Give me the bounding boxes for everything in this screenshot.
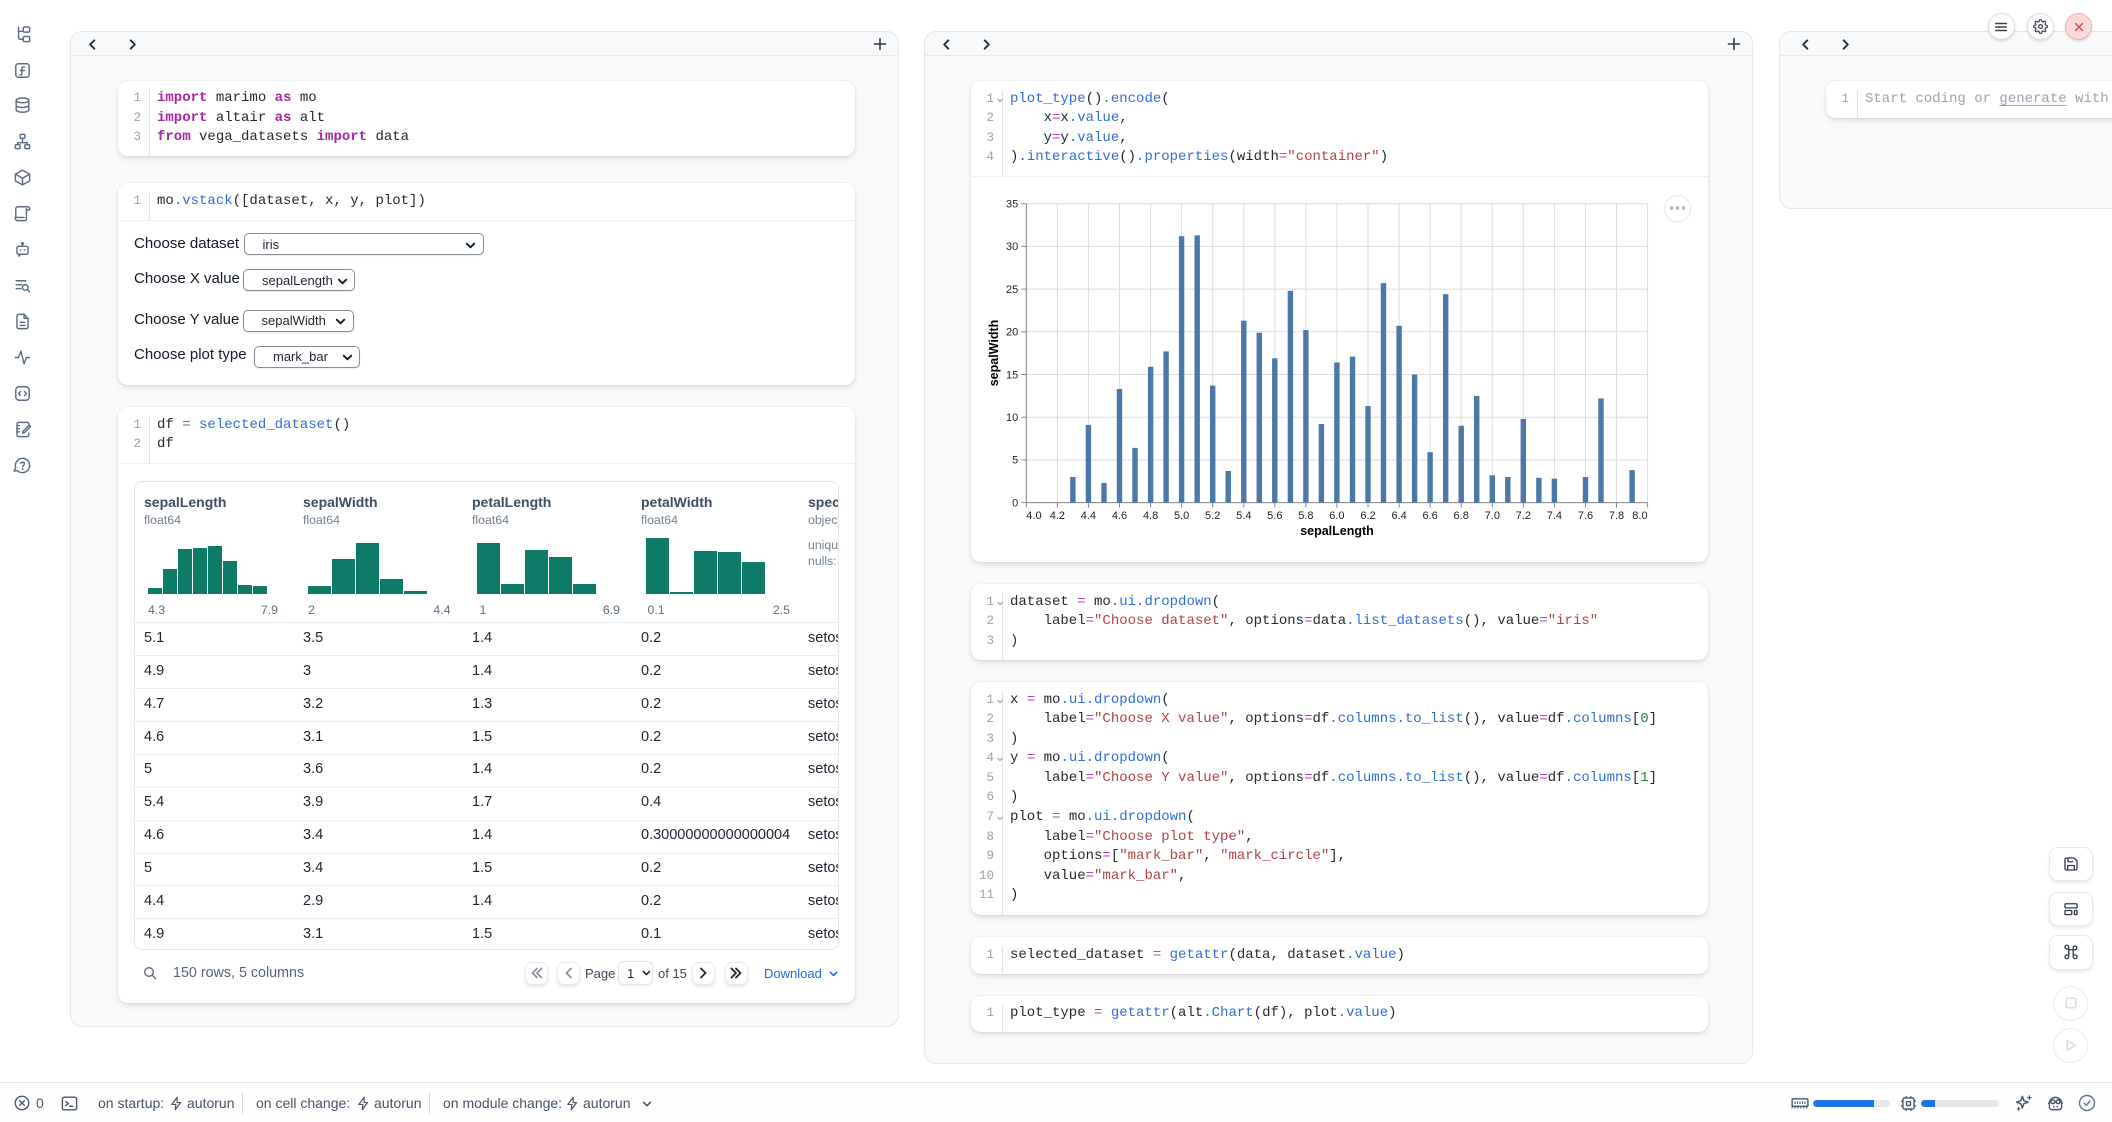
svg-text:7.6: 7.6 (1578, 510, 1593, 522)
svg-text:7.0: 7.0 (1485, 510, 1500, 522)
svg-text:5.8: 5.8 (1298, 510, 1313, 522)
svg-text:sepalLength: sepalLength (1300, 524, 1374, 538)
svg-text:7.2: 7.2 (1516, 510, 1531, 522)
svg-text:7.4: 7.4 (1547, 510, 1562, 522)
svg-text:6.0: 6.0 (1329, 510, 1344, 522)
svg-text:4.0: 4.0 (1026, 510, 1041, 522)
svg-text:4.6: 4.6 (1112, 510, 1127, 522)
svg-text:8.0: 8.0 (1632, 510, 1647, 522)
svg-text:sepalWidth: sepalWidth (987, 320, 1001, 387)
svg-text:25: 25 (1006, 284, 1018, 296)
svg-text:7.8: 7.8 (1609, 510, 1624, 522)
svg-text:6.6: 6.6 (1422, 510, 1437, 522)
svg-text:5: 5 (1012, 455, 1018, 467)
svg-text:0: 0 (1012, 498, 1018, 510)
svg-text:5.0: 5.0 (1174, 510, 1189, 522)
svg-text:30: 30 (1006, 242, 1018, 254)
svg-text:5.4: 5.4 (1236, 510, 1251, 522)
svg-text:4.8: 4.8 (1143, 510, 1158, 522)
svg-text:6.2: 6.2 (1360, 510, 1375, 522)
svg-text:15: 15 (1006, 370, 1018, 382)
svg-text:10: 10 (1006, 412, 1018, 424)
svg-text:35: 35 (1006, 199, 1018, 211)
svg-text:6.4: 6.4 (1391, 510, 1406, 522)
svg-text:5.2: 5.2 (1205, 510, 1220, 522)
svg-text:5.6: 5.6 (1267, 510, 1282, 522)
svg-text:4.4: 4.4 (1081, 510, 1096, 522)
svg-text:4.2: 4.2 (1050, 510, 1065, 522)
svg-text:20: 20 (1006, 327, 1018, 339)
svg-text:6.8: 6.8 (1454, 510, 1469, 522)
